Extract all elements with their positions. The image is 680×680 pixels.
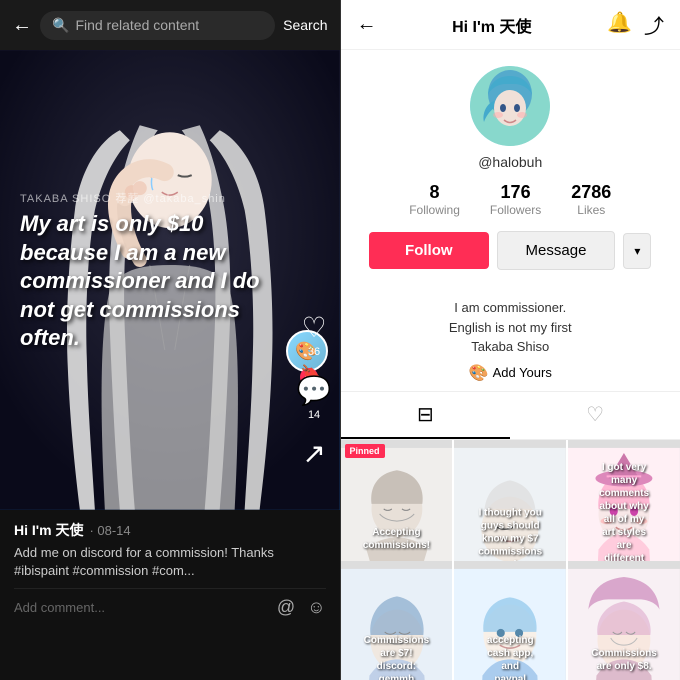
following-label: Following: [409, 203, 460, 217]
search-icon: 🔍: [52, 17, 69, 34]
comment-count: 14: [308, 409, 320, 421]
profile-title: Hi I'm 天使: [385, 13, 600, 37]
add-comment-placeholder[interactable]: Add comment...: [14, 600, 105, 615]
profile-avatar[interactable]: [470, 66, 550, 146]
bio-text: I am commissioner. English is not my fir…: [357, 298, 665, 357]
comment-action[interactable]: 💬 14: [297, 374, 332, 421]
thumb-overlay-text: Commissions are $7! discord: gemmh: [360, 630, 434, 680]
tab-grid[interactable]: ⊟: [341, 392, 511, 439]
likes-count: 2786: [571, 182, 611, 203]
video-thumb[interactable]: Commissions are only $8.▶1651: [568, 561, 680, 680]
likes-stat: 2786 Likes: [571, 182, 611, 217]
profile-back-button[interactable]: ←: [357, 13, 377, 36]
profile-tabs: ⊟ ♡: [341, 391, 680, 440]
add-yours-label: Add Yours: [493, 365, 552, 380]
add-yours-section[interactable]: 🎨 Add Yours: [357, 363, 665, 383]
video-thumb[interactable]: Commissions are $7! discord: gemmh▶691: [341, 561, 453, 680]
profile-actions: Follow Message ▾: [369, 231, 651, 270]
bio-section: I am commissioner. English is not my fir…: [341, 298, 680, 391]
pinned-badge: Pinned: [345, 444, 385, 458]
profile-header-icons: 🔔 ⤴: [607, 10, 664, 39]
tab-liked[interactable]: ♡: [510, 392, 680, 439]
more-options-button[interactable]: ▾: [623, 233, 651, 269]
grid-icon: ⊟: [417, 402, 434, 427]
left-panel: ← 🔍 Find related content Search: [0, 0, 340, 680]
thumb-overlay-text: Commissions are only $8.: [587, 643, 661, 677]
video-thumb[interactable]: accepting cash app, and paypal▶1915: [454, 561, 566, 680]
bio-line1: I am commissioner.: [454, 300, 566, 315]
at-icon[interactable]: @: [277, 597, 295, 618]
creator-line: Hi I'm 天使 · 08-14: [14, 520, 326, 540]
following-count: 8: [430, 182, 440, 203]
bottom-info: Hi I'm 天使 · 08-14 Add me on discord for …: [0, 510, 340, 680]
comment-icon: 💬: [297, 374, 332, 407]
search-input-wrapper[interactable]: 🔍 Find related content: [40, 11, 275, 40]
comment-icons: @ ☺: [277, 597, 326, 618]
video-sidebar: ♡ 36 💬 14 ↗: [297, 311, 332, 470]
add-comment-row: Add comment... @ ☺: [14, 588, 326, 618]
heart-icon: ♡: [302, 311, 327, 344]
notification-icon[interactable]: 🔔: [607, 10, 632, 39]
profile-header: ← Hi I'm 天使 🔔 ⤴: [341, 0, 680, 50]
search-bar: ← 🔍 Find related content Search: [0, 0, 340, 50]
bio-line2: English is not my first: [449, 320, 572, 335]
video-caption: Add me on discord for a commission! Than…: [14, 544, 326, 580]
likes-label: Likes: [577, 203, 605, 217]
followers-stat: 176 Followers: [490, 182, 541, 217]
video-watermark: TAKABA SHISO 荐藶 @takaba_shin: [20, 190, 226, 206]
share-icon: ↗: [302, 437, 325, 470]
profile-avatar-section: @halobuh 8 Following 176 Followers 2786 …: [341, 50, 680, 298]
video-text-overlay: My art is only $10 because I am a new co…: [20, 210, 290, 353]
right-panel: ← Hi I'm 天使 🔔 ⤴: [341, 0, 680, 680]
creator-date: · 08-14: [89, 523, 130, 538]
emoji-icon[interactable]: ☺: [307, 597, 325, 618]
follow-button[interactable]: Follow: [369, 232, 489, 269]
video-container[interactable]: TAKABA SHISO 荐藶 @takaba_shin My art is o…: [0, 50, 340, 510]
following-stat: 8 Following: [409, 182, 460, 217]
heart-tab-icon: ♡: [586, 402, 604, 427]
profile-username: @halobuh: [478, 154, 542, 170]
profile-stats: 8 Following 176 Followers 2786 Likes: [409, 182, 611, 217]
videos-grid: PinnedAccepting commissions!▶3384 I thou…: [341, 440, 680, 680]
creator-name: Hi I'm 天使: [14, 520, 83, 540]
search-button[interactable]: Search: [283, 17, 327, 33]
message-button[interactable]: Message: [497, 231, 616, 270]
followers-count: 176: [501, 182, 531, 203]
share-action[interactable]: ↗: [302, 437, 325, 470]
followers-label: Followers: [490, 203, 541, 217]
bio-line3: Takaba Shiso: [471, 339, 549, 354]
back-button[interactable]: ←: [12, 14, 32, 37]
add-yours-icon: 🎨: [469, 363, 489, 383]
like-count: 36: [308, 346, 320, 358]
thumb-overlay-text: Accepting commissions!: [359, 522, 434, 556]
search-placeholder: Find related content: [75, 17, 199, 33]
like-action[interactable]: ♡ 36: [302, 311, 327, 358]
share-profile-icon[interactable]: ⤴: [644, 10, 664, 39]
thumb-overlay-text: accepting cash app, and paypal: [482, 630, 538, 680]
